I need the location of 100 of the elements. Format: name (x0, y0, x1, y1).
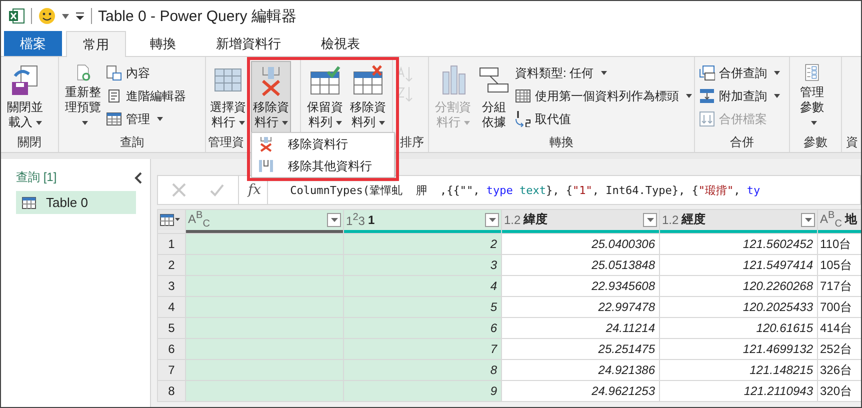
column-header[interactable]: 1$^{2}$3 1 (344, 210, 502, 230)
function-label[interactable]: fx (248, 182, 262, 198)
ribbon-button[interactable]: 使用第一個資料列作為標頭 (515, 86, 692, 106)
column-name: 地 (844, 211, 858, 228)
table-cell: 121.5497414 (660, 254, 818, 276)
column-keep-icon (258, 158, 274, 174)
file-tab[interactable]: 檔案 (4, 31, 62, 56)
combine-files-icon (699, 111, 715, 127)
table-cell: 121.148215 (660, 360, 818, 380)
ribbon-button[interactable]: 合併查詢 (699, 63, 780, 83)
table-cell: 105台 (818, 254, 861, 276)
table-cell: 120.61615 (660, 318, 818, 338)
ribbon-tab[interactable]: 新增資料行 (200, 31, 297, 56)
table-cell: 7 (344, 338, 502, 360)
dropdown-arrow-icon[interactable] (62, 14, 69, 18)
ribbon-button[interactable]: 保留資料列 (305, 61, 345, 133)
table-cell: 25.0513848 (502, 254, 660, 276)
filter-dropdown-button[interactable] (485, 212, 499, 227)
dropdown-arrow-icon (646, 218, 654, 222)
table-cell: 326台 (818, 360, 861, 380)
ribbon-button[interactable]: 取代值 (515, 109, 692, 129)
menu-item[interactable]: 移除其他資料行 (252, 155, 394, 177)
filter-dropdown-button[interactable] (643, 212, 657, 227)
group-label: 管理資 (208, 135, 244, 151)
dropdown-arrow-icon (488, 218, 496, 222)
smiley-icon[interactable] (38, 7, 56, 25)
column-header[interactable]: A$^{B}$$_{C}$ 地 (818, 210, 861, 230)
table-cell: 25.251475 (502, 338, 660, 360)
ribbon-tab[interactable]: 常用 (66, 31, 126, 57)
row-number: 3 (158, 276, 186, 296)
excel-logo-icon (9, 8, 25, 24)
filter-dropdown-button[interactable] (801, 212, 815, 227)
table-cell: 24.11214 (502, 318, 660, 338)
table-remove-icon (352, 64, 384, 96)
formula-text: ColumnTypes(鞏憚虬 胛 ,{{"", type text}, {"1", Int64.Type}, {"瑖揹", ty (289, 182, 760, 198)
ribbon-button[interactable]: 資料類型: 任何 (515, 63, 692, 83)
table-cell: 110台 (818, 234, 861, 254)
group-label: 轉換 (548, 135, 574, 151)
table-cell: 121.4699132 (660, 338, 818, 360)
column-header[interactable]: 1.2 緯度 (502, 210, 660, 230)
row-number: 5 (158, 318, 186, 338)
collapse-chevron-icon[interactable] (134, 172, 142, 184)
table-icon (22, 196, 36, 208)
table-cell: 24.921386 (502, 360, 660, 380)
column-header[interactable]: 1.2 經度 (660, 210, 818, 230)
table-cell: 717台 (818, 276, 861, 296)
group-label: 資 (846, 135, 858, 151)
script-icon (106, 88, 122, 104)
row-number: 2 (158, 254, 186, 276)
table-cell: 320台 (818, 380, 861, 402)
row-number: 8 (158, 380, 186, 402)
dropdown-arrow-icon (175, 218, 180, 222)
table-cell: 22.997478 (502, 296, 660, 318)
ribbon-button[interactable]: 選擇資料行 (208, 61, 248, 133)
table-cell: 25.0400306 (502, 234, 660, 254)
table-cell: 5 (344, 296, 502, 318)
query-item[interactable]: Table 0 (16, 191, 136, 214)
row-number: 4 (158, 296, 186, 318)
table-cell: 8 (344, 360, 502, 380)
dropdown-arrow-icon (330, 218, 338, 222)
window-title: Table 0 - Power Query 編輯器 (98, 6, 296, 26)
table-cell: 22.9345608 (502, 276, 660, 296)
queries-title: 查詢 [1] (16, 169, 57, 186)
ribbon-button[interactable]: 進階編輯器 (106, 86, 186, 106)
column-name: 經度 (682, 211, 707, 228)
group-label: 參數 (802, 135, 828, 151)
column-name: 緯度 (524, 211, 549, 228)
group-label: 查詢 (119, 135, 145, 151)
column-type-label[interactable]: 1.2 (662, 212, 679, 227)
table-cell: 2 (344, 234, 502, 254)
column-type-label[interactable]: 1$^{2}$3 (346, 212, 365, 228)
table-menu-button[interactable] (160, 214, 183, 226)
row-number: 6 (158, 338, 186, 360)
ribbon-button[interactable]: 分組依據 (476, 61, 512, 133)
table-cell: 6 (344, 318, 502, 338)
column-type-label[interactable]: 1.2 (504, 212, 521, 227)
customize-toolbar-icon[interactable] (75, 11, 85, 21)
ribbon-button[interactable]: 重新整理預覽 (63, 61, 103, 133)
table-cell: 252台 (818, 338, 861, 360)
ribbon-button[interactable]: 移除資料列 (348, 61, 388, 133)
ribbon-button[interactable]: 管理 (106, 109, 186, 129)
table-check-icon (309, 64, 341, 96)
append-tables-icon (699, 88, 715, 104)
ribbon-button[interactable]: 附加查詢 (699, 86, 780, 106)
table-icon (160, 214, 174, 226)
query-name: Table 0 (46, 195, 88, 210)
ribbon-button[interactable]: 內容 (106, 63, 186, 83)
pressed-ribbon-button[interactable]: 移除資料行 (251, 61, 291, 133)
ribbon-button[interactable]: 管理參數 (794, 61, 830, 133)
row-number: 1 (158, 234, 186, 254)
table-cell: 120.2260268 (660, 276, 818, 296)
menu-item[interactable]: 移除資料行 (252, 133, 394, 155)
ribbon-button[interactable]: 關閉並載入 (5, 61, 45, 133)
filter-dropdown-button[interactable] (327, 212, 341, 227)
ribbon-tab[interactable]: 檢視表 (305, 31, 376, 56)
table-cell: 4 (344, 276, 502, 296)
ribbon-tab[interactable]: 轉換 (134, 31, 192, 56)
group-label: 排序 (399, 135, 424, 151)
table-cell: 414台 (818, 318, 861, 338)
check-icon[interactable] (210, 183, 224, 197)
